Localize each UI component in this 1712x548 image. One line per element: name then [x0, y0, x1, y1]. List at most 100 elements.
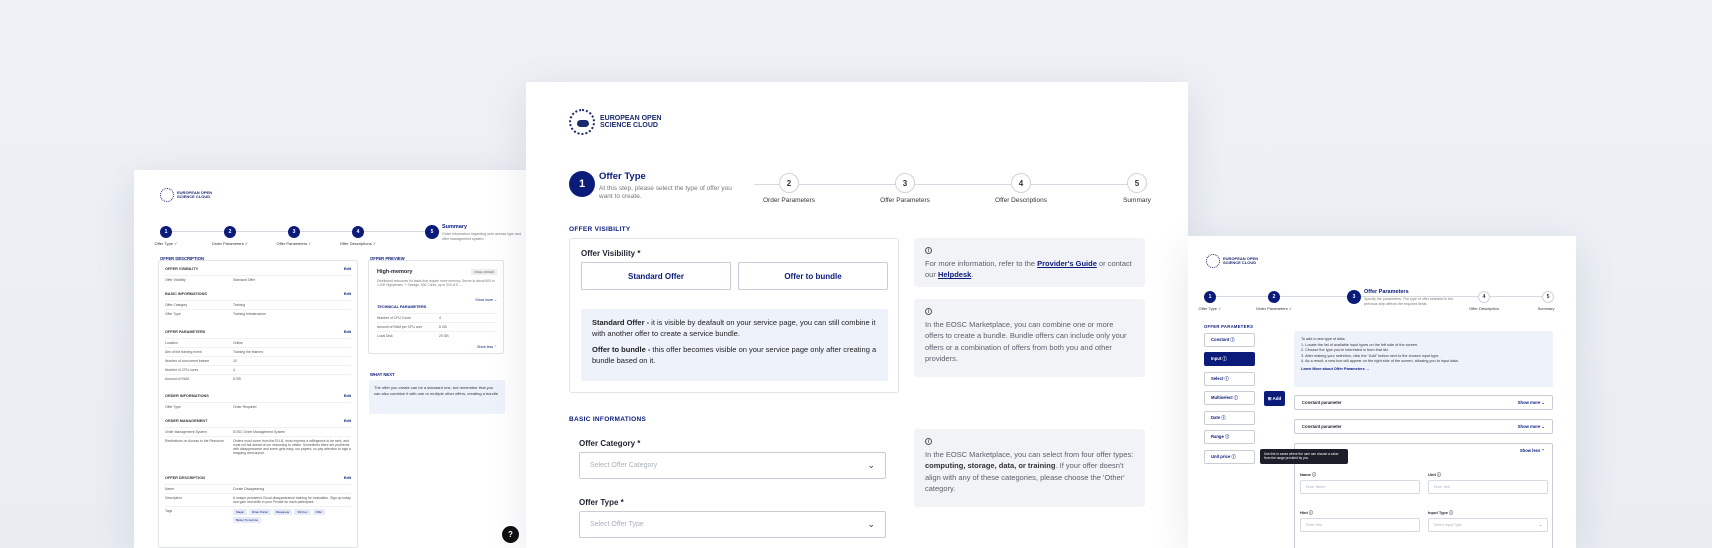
step-3-title: Offer Parameters: [1364, 289, 1409, 295]
summary-row: Location Online: [165, 338, 351, 347]
preview-show-less[interactable]: Show less ⌃: [477, 345, 497, 349]
edit-link[interactable]: Edit: [344, 330, 351, 334]
providers-guide-link[interactable]: Provider's Guide: [1037, 259, 1097, 268]
step-4[interactable]: 4: [1011, 173, 1031, 193]
hint-input[interactable]: Enter Hint: [1300, 518, 1420, 532]
param-type-select[interactable]: Select ⓘ: [1204, 372, 1255, 386]
tags-list: Magic Dirac Portal Disappear VR-Fox Offer Bet…: [233, 509, 351, 525]
step-2[interactable]: 2: [779, 173, 799, 193]
main-stepper: 1 Offer Type At this step, please select…: [569, 171, 1151, 211]
eosc-logo-icon: [1206, 254, 1220, 268]
step-1[interactable]: 1: [160, 226, 172, 238]
eosc-logo: EUROPEAN OPEN SCIENCE CLOUD: [569, 109, 661, 135]
chevron-down-icon: ⌄: [867, 519, 875, 529]
param-type-input[interactable]: Input ⓘ: [1204, 352, 1255, 366]
edit-link[interactable]: Edit: [344, 292, 351, 296]
left-stepper: 1 Offer Type ✓ 2 Order Parameters ✓ 3 Of…: [155, 224, 522, 255]
param-type-unit-price[interactable]: Unit price ⓘ: [1204, 450, 1255, 464]
tag: VR-Fox: [294, 509, 311, 515]
summary-row: Restrictions on Access to the Resource Or…: [165, 436, 351, 457]
summary-row: Offer Type Training Infrastructure: [165, 309, 351, 318]
offer-parameters-screen-card: EUROPEAN OPEN SCIENCE CLOUD 1 Offer Type …: [1188, 236, 1576, 548]
hint-label: Hint ⓘ: [1300, 510, 1313, 515]
brand-line2: SCIENCE CLOUD: [600, 122, 658, 129]
right-stepper: 1 Offer Type ✓ 2 Order Parameters ✓ 3 Of…: [1199, 289, 1556, 320]
offer-to-bundle-option[interactable]: Offer to bundle: [738, 262, 888, 290]
step-4-label: Offer Descriptions ✓: [339, 241, 377, 246]
eosc-logo-icon: [569, 109, 595, 135]
summary-row: Aim of the training event Training the tr…: [165, 347, 351, 356]
step-5[interactable]: 5: [1127, 173, 1147, 193]
offer-visibility-heading: OFFER VISIBILITY: [569, 226, 631, 233]
summary-row: Tags Magic Dirac Portal Disappear VR-Fox Off…: [165, 506, 351, 527]
tech-row: Local Disk 20 GB: [377, 331, 497, 340]
add-parameter-instructions: To add a new type of data: 1. Locate the…: [1294, 331, 1553, 387]
offer-type-select[interactable]: Select Offer Type ⌄: [579, 511, 886, 538]
summary-section: OFFER PARAMETERS Edit Location Online Aim …: [165, 330, 351, 383]
step-5[interactable]: 5: [425, 225, 439, 239]
summary-row: Name Curate Disappearing: [165, 484, 351, 493]
edit-link[interactable]: Edit: [344, 267, 351, 271]
param-type-date[interactable]: Date ⓘ: [1204, 411, 1255, 425]
helpdesk-link[interactable]: Helpdesk: [938, 270, 971, 279]
preview-badge: FREE ORDER: [471, 269, 497, 275]
step-3-label: Offer Parameters: [880, 197, 930, 204]
show-more-toggle[interactable]: Show more ⌄: [1518, 424, 1545, 429]
step-3[interactable]: 3: [895, 173, 915, 193]
preview-desc: Distributed resources for tasks that req…: [377, 279, 495, 288]
param-type-range[interactable]: Range ⓘ: [1204, 430, 1255, 444]
summary-section: OFFER VISIBILITY Edit Offer Visibility Sta…: [165, 267, 351, 284]
name-input[interactable]: Enter Name: [1300, 480, 1420, 494]
summary-row: Offer Visibility Standard Offer: [165, 275, 351, 284]
summary-section: ORDER MANAGEMENT Edit Order Management Sy…: [165, 419, 351, 457]
step-4-label: Offer Descriptions: [995, 197, 1047, 204]
info-icon: i: [925, 438, 932, 445]
edit-link[interactable]: Edit: [344, 419, 351, 423]
tag: Disappear: [272, 509, 293, 515]
chevron-down-icon: ⌄: [1538, 523, 1542, 527]
brand-line2: SCIENCE CLOUD: [177, 194, 211, 199]
input-type-label: Input Type ⓘ: [1428, 510, 1454, 515]
param-type-constant[interactable]: Constant ⓘ: [1204, 333, 1255, 347]
step-5-title: Summary: [442, 224, 468, 230]
add-parameter-button[interactable]: ⊞ Add: [1264, 391, 1285, 406]
offer-category-select[interactable]: Select Offer Category ⌄: [579, 452, 886, 479]
summary-row: Number of concurrent trainee 10: [165, 356, 351, 365]
summary-screen-card: EUROPEAN OPEN SCIENCE CLOUD 1 Offer Type …: [134, 170, 526, 548]
eosc-logo-icon: [160, 188, 174, 202]
step-4[interactable]: 4: [1478, 291, 1490, 303]
brand-line2: SCIENCE CLOUD: [1223, 260, 1257, 265]
step-3[interactable]: 3: [288, 226, 300, 238]
param-type-multiselect[interactable]: Multiselect ⓘ: [1204, 391, 1255, 405]
unit-input[interactable]: Enter Unit: [1428, 480, 1548, 494]
tech-row: Number of CPU Cores 4: [377, 313, 497, 322]
step-2[interactable]: 2: [1268, 291, 1280, 303]
step-1-desc: At this step, please select the type of …: [599, 185, 732, 201]
show-more-toggle[interactable]: Show more ⌄: [1518, 400, 1545, 405]
basic-informations-heading: BASIC INFORMATIONS: [569, 416, 647, 423]
step-4[interactable]: 4: [352, 226, 364, 238]
range-tooltip: Use this in cases where the user can cho…: [1260, 449, 1348, 464]
edit-link[interactable]: Edit: [344, 394, 351, 398]
summary-row: Number of CPU cores 4: [165, 365, 351, 374]
input-type-select[interactable]: Select Input Type ⌄: [1428, 518, 1548, 532]
help-button[interactable]: ?: [502, 526, 519, 543]
step-1-label: Offer Type ✓: [1198, 306, 1222, 311]
step-5[interactable]: 5: [1542, 291, 1554, 303]
parameter-row[interactable]: Constant parameter Show more ⌄: [1294, 419, 1553, 434]
show-less-toggle[interactable]: Show less ⌃: [1520, 448, 1545, 453]
summary-row: Amount of RAM 8 GB: [165, 374, 351, 383]
summary-section: ORDER INFORMATIONS Edit Offer Type Order R…: [165, 394, 351, 409]
step-1[interactable]: 1: [569, 171, 595, 197]
step-2[interactable]: 2: [224, 226, 236, 238]
step-3[interactable]: 3: [1347, 290, 1361, 304]
eosc-logo: EUROPEAN OPEN SCIENCE CLOUD: [1206, 254, 1258, 268]
learn-more-link[interactable]: Learn More about Offer Parameters →: [1301, 367, 1370, 371]
edit-link[interactable]: Edit: [344, 476, 351, 480]
standard-offer-option[interactable]: Standard Offer: [581, 262, 731, 290]
offer-type-label: Offer Type *: [579, 498, 624, 507]
offer-visibility-note: Standard Offer - it is visible by deafau…: [581, 309, 888, 381]
step-1[interactable]: 1: [1204, 291, 1216, 303]
preview-show-more[interactable]: Show more ⌄: [475, 298, 497, 302]
parameter-row[interactable]: Constant parameter Show more ⌄: [1294, 395, 1553, 410]
